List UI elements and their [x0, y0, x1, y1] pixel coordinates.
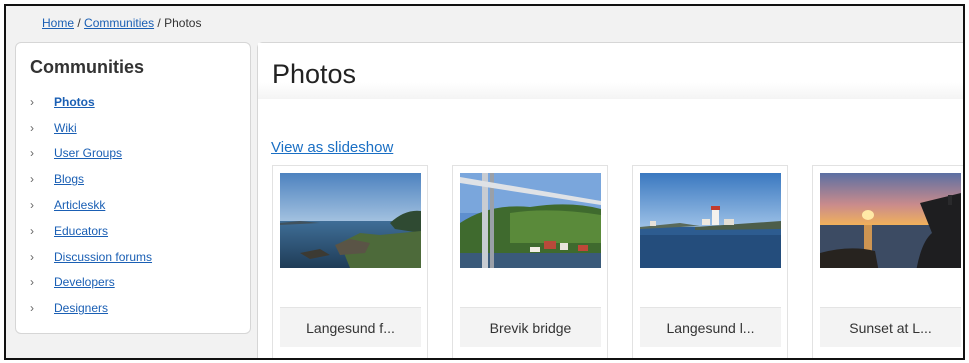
view-slideshow-link[interactable]: View as slideshow	[271, 139, 393, 156]
photo-caption: Brevik bridge	[460, 307, 601, 347]
sidebar-nav: › Photos › Wiki › User Groups › Blogs › Artic…	[30, 89, 152, 321]
breadcrumb-home-link[interactable]: Home	[42, 16, 74, 30]
sidebar-item-wiki: › Wiki	[30, 115, 152, 141]
photo-thumbnail-brevik-bridge[interactable]	[460, 173, 601, 268]
photo-card[interactable]: Langesund l...	[632, 165, 788, 358]
sidebar-link-photos[interactable]: Photos	[54, 95, 95, 109]
photo-thumbnail-sunset[interactable]	[820, 173, 961, 268]
sidebar-item-articleskk: › Articleskk	[30, 192, 152, 218]
sidebar-item-developers: › Developers	[30, 270, 152, 296]
sidebar-item-photos: › Photos	[30, 89, 152, 115]
page-frame: Home / Communities / Photos Communities …	[4, 4, 965, 360]
chevron-right-icon: ›	[30, 301, 34, 316]
chevron-right-icon: ›	[30, 120, 34, 135]
main-content: Photos View as slideshow Langesund f... …	[257, 42, 963, 358]
breadcrumb-separator: /	[157, 16, 161, 30]
sidebar-item-blogs: › Blogs	[30, 166, 152, 192]
photo-card[interactable]: Brevik bridge	[452, 165, 608, 358]
photo-card[interactable]: Sunset at L...	[812, 165, 963, 358]
sidebar-link-articleskk[interactable]: Articleskk	[54, 198, 105, 212]
sidebar-link-blogs[interactable]: Blogs	[54, 172, 84, 186]
chevron-right-icon: ›	[30, 146, 34, 161]
chevron-right-icon: ›	[30, 275, 34, 290]
sidebar-item-discussion-forums: › Discussion forums	[30, 244, 152, 270]
photo-thumbnail-langesund-coast[interactable]	[280, 173, 421, 268]
page-header: Photos	[258, 43, 963, 99]
sidebar-item-educators: › Educators	[30, 218, 152, 244]
sidebar-link-developers[interactable]: Developers	[54, 275, 115, 289]
sidebar-link-wiki[interactable]: Wiki	[54, 121, 77, 135]
breadcrumb-current: Photos	[164, 16, 202, 30]
photo-caption: Sunset at L...	[820, 307, 961, 347]
photo-caption: Langesund f...	[280, 307, 421, 347]
chevron-right-icon: ›	[30, 94, 34, 109]
page-title: Photos	[272, 59, 357, 89]
sidebar-link-designers[interactable]: Designers	[54, 301, 108, 315]
breadcrumb-separator: /	[77, 16, 81, 30]
chevron-right-icon: ›	[30, 249, 34, 264]
sidebar-item-user-groups: › User Groups	[30, 141, 152, 167]
sidebar-link-educators[interactable]: Educators	[54, 224, 108, 238]
sidebar-link-user-groups[interactable]: User Groups	[54, 146, 122, 160]
breadcrumb: Home / Communities / Photos	[42, 16, 201, 30]
breadcrumb-communities-link[interactable]: Communities	[84, 16, 154, 30]
sidebar-item-designers: › Designers	[30, 295, 152, 321]
photo-caption: Langesund l...	[640, 307, 781, 347]
chevron-right-icon: ›	[30, 172, 34, 187]
photo-thumbnail-langesund-lighthouse[interactable]	[640, 173, 781, 268]
chevron-right-icon: ›	[30, 198, 34, 213]
chevron-right-icon: ›	[30, 223, 34, 238]
sidebar-link-discussion-forums[interactable]: Discussion forums	[54, 250, 152, 264]
photo-card[interactable]: Langesund f...	[272, 165, 428, 358]
sidebar-title: Communities	[30, 57, 145, 77]
sidebar: Communities › Photos › Wiki › User Groups ›…	[15, 42, 251, 334]
